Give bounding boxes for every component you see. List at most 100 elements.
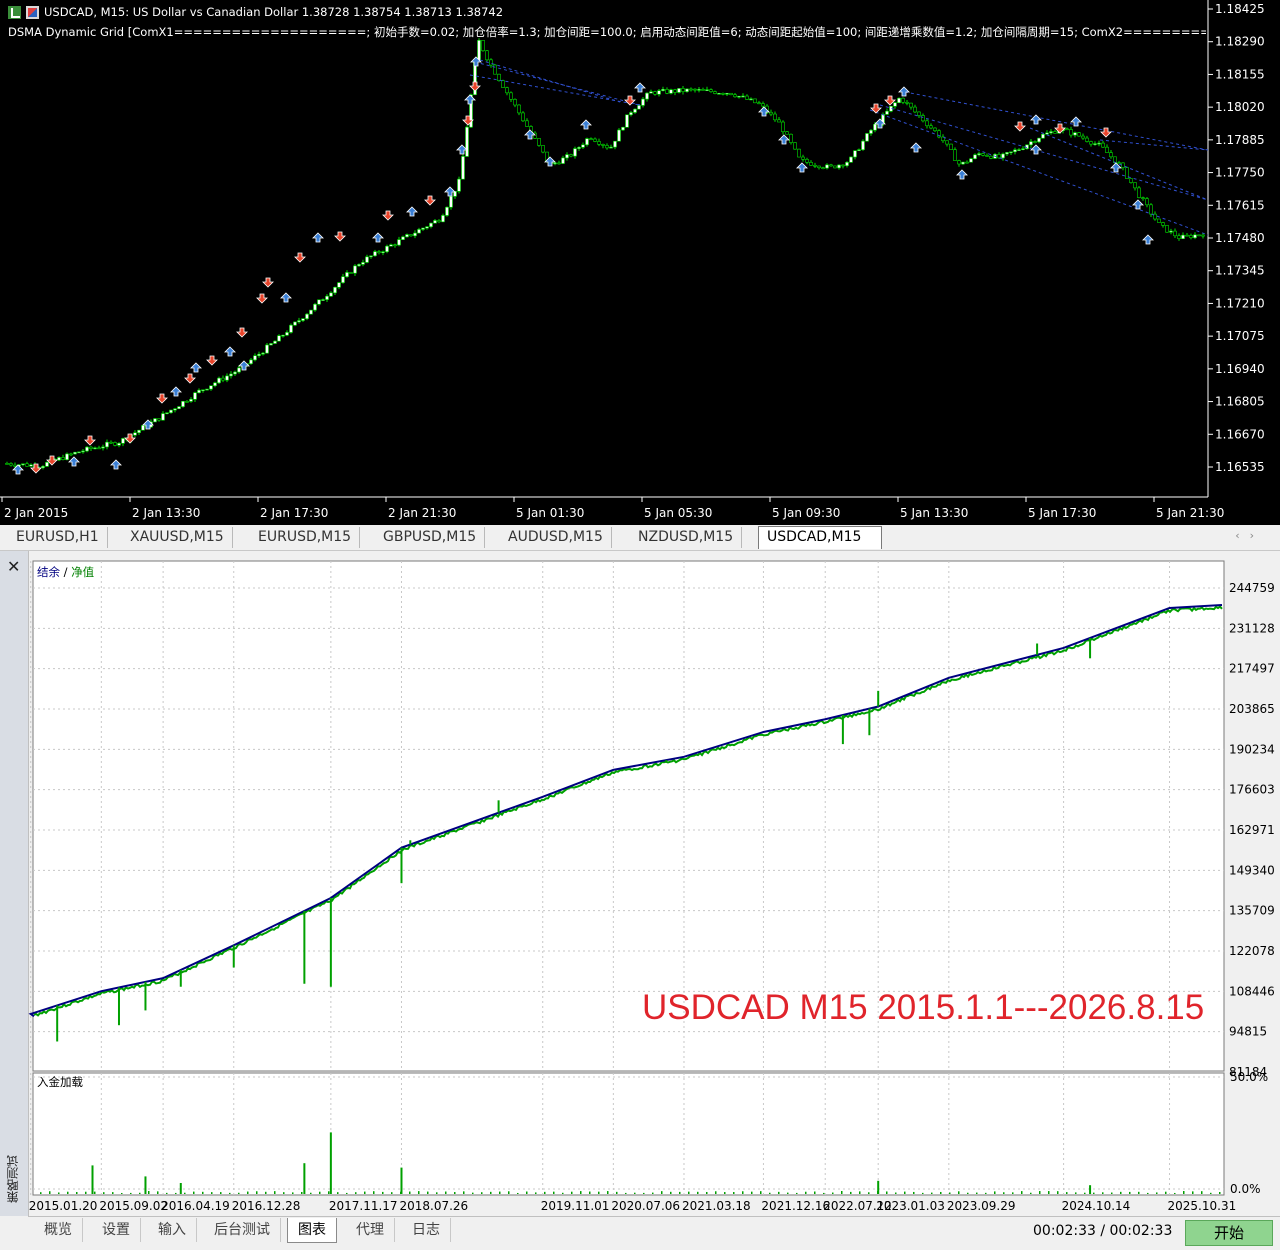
candle-body	[969, 158, 973, 163]
deposit-load-bar	[769, 1192, 771, 1194]
deposit-load-bar	[535, 1192, 537, 1194]
candle-body	[209, 385, 213, 390]
candle-body	[1081, 135, 1085, 139]
tab-agents[interactable]: 代理	[346, 1218, 395, 1242]
candle-body	[989, 155, 993, 159]
deposit-load-bar	[175, 1192, 177, 1194]
deposit-load-bar	[499, 1191, 501, 1194]
deposit-load-bar	[193, 1191, 195, 1194]
candle-body	[933, 127, 937, 132]
deposit-load-bar	[931, 1192, 933, 1194]
candle-body	[365, 256, 369, 263]
deposit-load-bar	[157, 1191, 159, 1194]
deposit-load-bar	[229, 1192, 231, 1194]
time-tick-label: 2 Jan 21:30	[388, 506, 456, 520]
candle-body	[153, 418, 157, 423]
candle-body	[213, 382, 217, 387]
candle-body	[277, 335, 281, 342]
deposit-load-bar	[1093, 1192, 1095, 1194]
candle-body	[721, 93, 725, 95]
equity-y-tick: 135709	[1229, 904, 1275, 918]
candle-body	[1105, 146, 1109, 153]
deposit-load-bar	[823, 1192, 825, 1194]
sell-arrow-icon	[1014, 121, 1026, 132]
candle-body	[669, 89, 673, 94]
tab-scroll-arrows-icon[interactable]: ‹›	[1235, 529, 1264, 542]
deposit-load-bar	[796, 1192, 798, 1194]
deposit-load-bar	[742, 1191, 744, 1194]
deposit-load-bar	[715, 1191, 717, 1194]
deposit-plot-area	[32, 1072, 1225, 1196]
candle-body	[357, 264, 361, 267]
deposit-load-bar	[607, 1191, 609, 1194]
candle-body	[705, 89, 709, 91]
deposit-y-tick: 0.0%	[1230, 1182, 1261, 1196]
grid-level-line	[1099, 139, 1209, 151]
deposit-load-bar	[580, 1191, 582, 1194]
deposit-load-bar	[409, 1191, 411, 1194]
candle-body	[725, 92, 729, 95]
candle-body	[813, 164, 817, 167]
candle-body	[281, 334, 285, 337]
tab-xauusd-m15[interactable]: XAUUSD,M15	[122, 527, 233, 548]
deposit-load-bar	[1075, 1192, 1077, 1194]
tab-journal[interactable]: 日志	[402, 1218, 451, 1242]
deposit-load-bar	[1102, 1192, 1104, 1194]
candle-body	[69, 453, 73, 456]
deposit-load-bar	[1089, 1185, 1092, 1194]
candle-body	[557, 162, 561, 165]
candle-body	[1137, 187, 1141, 198]
candle-body	[177, 406, 181, 410]
candle-body	[389, 244, 393, 247]
deposit-load-bar	[913, 1191, 915, 1194]
candle-body	[1009, 151, 1013, 154]
deposit-load-bar	[526, 1191, 528, 1194]
price-tick-label: 1.18425	[1215, 2, 1265, 16]
deposit-load-bar	[517, 1192, 519, 1194]
tab-inputs[interactable]: 输入	[148, 1218, 197, 1242]
candle-body	[621, 126, 625, 131]
candle-body	[753, 98, 757, 104]
buy-arrow-icon	[280, 292, 292, 303]
candle-body	[173, 408, 177, 411]
price-chart[interactable]: 1.18425 1.18290 1.18155 1.18020 1.17885 1.177…	[0, 0, 1280, 525]
tab-eurusd-h1[interactable]: EURUSD,H1	[8, 527, 108, 548]
candle-body	[681, 88, 685, 92]
candle-body	[677, 88, 681, 93]
candle-body	[657, 90, 661, 95]
tab-audusd-m15[interactable]: AUDUSD,M15	[500, 527, 612, 548]
tab-settings[interactable]: 设置	[92, 1218, 141, 1242]
tab-gbpusd-m15[interactable]: GBPUSD,M15	[375, 527, 486, 548]
candle-body	[509, 92, 513, 100]
deposit-load-bar	[274, 1191, 276, 1194]
candle-body	[97, 447, 101, 450]
candle-body	[1141, 197, 1145, 199]
candle-body	[629, 112, 633, 116]
candle-body	[901, 97, 905, 103]
candle-body	[865, 133, 869, 142]
buy-arrow-icon	[580, 119, 592, 130]
deposit-load-bar	[292, 1192, 294, 1194]
buy-arrow-icon	[406, 206, 418, 217]
deposit-load-bar	[67, 1191, 69, 1194]
tab-backtest[interactable]: 后台测试	[204, 1218, 281, 1242]
tab-eurusd-m15[interactable]: EURUSD,M15	[250, 527, 361, 548]
time-tick-label: 5 Jan 05:30	[644, 506, 712, 520]
deposit-load-bar	[589, 1191, 591, 1194]
chart-flag-icon[interactable]	[26, 5, 39, 19]
chart-trading-icon[interactable]	[8, 5, 21, 19]
start-button[interactable]: 开始	[1185, 1220, 1273, 1246]
candle-body	[873, 124, 877, 131]
grid-level-line	[869, 109, 1209, 236]
candle-body	[361, 262, 365, 265]
candle-body	[577, 147, 581, 149]
tab-graph[interactable]: 图表	[287, 1218, 337, 1243]
candle-body	[793, 142, 797, 150]
tab-usdcad-m15[interactable]: USDCAD,M15	[758, 526, 882, 549]
candle-body	[1033, 141, 1037, 143]
candle-body	[1197, 234, 1201, 237]
tab-overview[interactable]: 概览	[34, 1218, 83, 1242]
deposit-load-bar	[841, 1191, 843, 1194]
tab-nzdusd-m15[interactable]: NZDUSD,M15	[630, 527, 743, 548]
candle-body	[921, 115, 925, 122]
